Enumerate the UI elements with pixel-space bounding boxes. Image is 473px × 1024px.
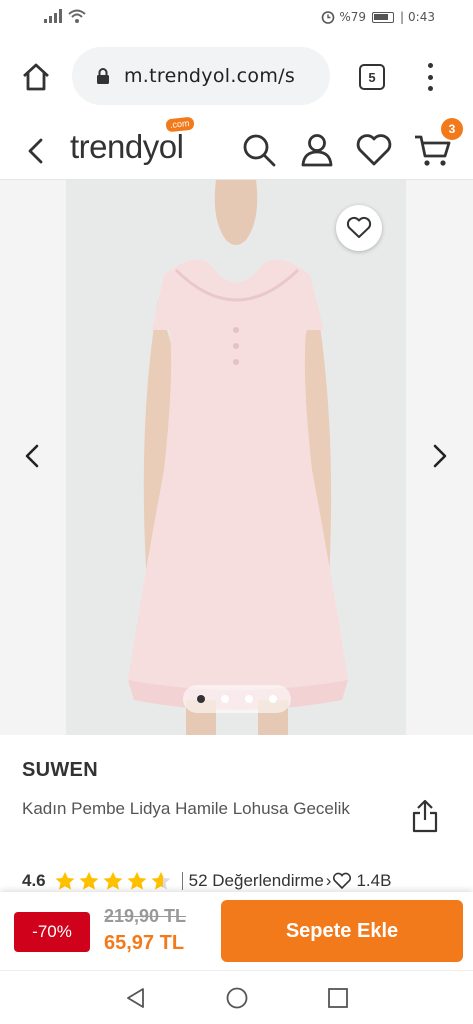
back-button[interactable] xyxy=(24,131,48,171)
battery-icon xyxy=(372,11,394,23)
product-gallery[interactable] xyxy=(0,180,473,735)
add-to-cart-button[interactable]: Sepete Ekle xyxy=(221,900,463,962)
star-icon xyxy=(54,871,76,891)
gallery-dot[interactable] xyxy=(221,695,229,703)
menu-button[interactable] xyxy=(418,60,442,94)
rating-value: 4.6 xyxy=(22,871,46,890)
review-count[interactable]: 52 Değerlendirme xyxy=(189,871,324,891)
discount-badge: -70% xyxy=(14,912,90,952)
share-icon xyxy=(412,799,438,833)
rating-row[interactable]: 4.6 52 Değerlendirme › 1.4B xyxy=(22,870,473,892)
chevron-left-icon xyxy=(25,444,39,468)
gallery-prev-button[interactable] xyxy=(22,438,44,474)
status-right: %79 | 0:43 xyxy=(321,10,435,24)
star-icon xyxy=(150,871,172,891)
nav-recents-button[interactable] xyxy=(326,986,350,1010)
address-bar[interactable]: m.trendyol.com/s xyxy=(72,47,330,105)
tabs-button[interactable]: 5 xyxy=(359,64,385,90)
gallery-pagination[interactable] xyxy=(183,685,291,713)
menu-dot xyxy=(427,86,433,91)
product-brand[interactable]: SUWEN xyxy=(22,759,98,782)
chevron-right-icon xyxy=(433,444,447,468)
nav-home-button[interactable] xyxy=(225,986,249,1010)
gallery-next-button[interactable] xyxy=(428,438,450,474)
rating-divider xyxy=(181,872,183,890)
wifi-icon xyxy=(68,9,86,23)
share-button[interactable] xyxy=(410,798,440,834)
tab-count: 5 xyxy=(368,69,376,85)
cart-badge: 3 xyxy=(441,118,463,140)
user-icon xyxy=(301,134,333,167)
clock: 0:43 xyxy=(408,10,435,24)
gallery-dot[interactable] xyxy=(269,695,277,703)
back-icon xyxy=(28,138,43,164)
menu-dot xyxy=(427,74,433,80)
signal-icon xyxy=(44,9,62,23)
nav-home-icon xyxy=(226,987,248,1009)
browser-toolbar: m.trendyol.com/s 5 xyxy=(0,34,473,120)
product-title: Kadın Pembe Lidya Hamile Lohusa Gecelik xyxy=(22,799,350,818)
home-button[interactable] xyxy=(20,61,52,93)
nav-recents-icon xyxy=(328,988,348,1008)
star-icon xyxy=(102,871,124,891)
product-image[interactable] xyxy=(66,180,406,735)
time-separator: | xyxy=(400,10,405,24)
reviews-chevron-icon: › xyxy=(325,871,332,890)
menu-dot xyxy=(427,63,433,68)
favorite-button[interactable] xyxy=(336,205,382,251)
sale-price: 65,97 TL xyxy=(104,932,185,954)
old-price: 219,90 TL xyxy=(104,906,187,926)
site-header: trendyol .com 3 xyxy=(0,116,473,180)
status-bar: %79 | 0:43 xyxy=(0,0,473,34)
url-text: m.trendyol.com/s xyxy=(124,65,296,87)
search-button[interactable] xyxy=(241,132,277,168)
system-nav-bar xyxy=(0,970,473,1024)
nav-back-icon xyxy=(127,988,144,1008)
alarm-icon xyxy=(322,11,335,24)
dress-illustration xyxy=(66,180,406,735)
heart-icon xyxy=(346,216,372,238)
lock-icon xyxy=(97,68,109,84)
search-icon xyxy=(243,134,276,167)
logo-suffix: .com xyxy=(165,116,195,133)
battery-percent: %79 xyxy=(339,10,366,24)
gallery-dot[interactable] xyxy=(245,695,253,703)
account-button[interactable] xyxy=(299,132,335,168)
buy-bar: -70% 219,90 TL 65,97 TL Sepete Ekle xyxy=(0,892,473,970)
star-icon xyxy=(126,871,148,891)
favorite-count: 1.4B xyxy=(356,871,392,890)
logo-text: trendyol xyxy=(70,128,184,165)
heart-icon xyxy=(333,872,352,890)
home-icon xyxy=(23,63,49,91)
rating-stars xyxy=(54,871,172,891)
heart-icon xyxy=(356,134,392,166)
status-left xyxy=(44,9,86,23)
star-icon xyxy=(78,871,100,891)
nav-back-button[interactable] xyxy=(124,986,148,1010)
favorites-button[interactable] xyxy=(355,132,392,168)
gallery-dot[interactable] xyxy=(197,695,205,703)
